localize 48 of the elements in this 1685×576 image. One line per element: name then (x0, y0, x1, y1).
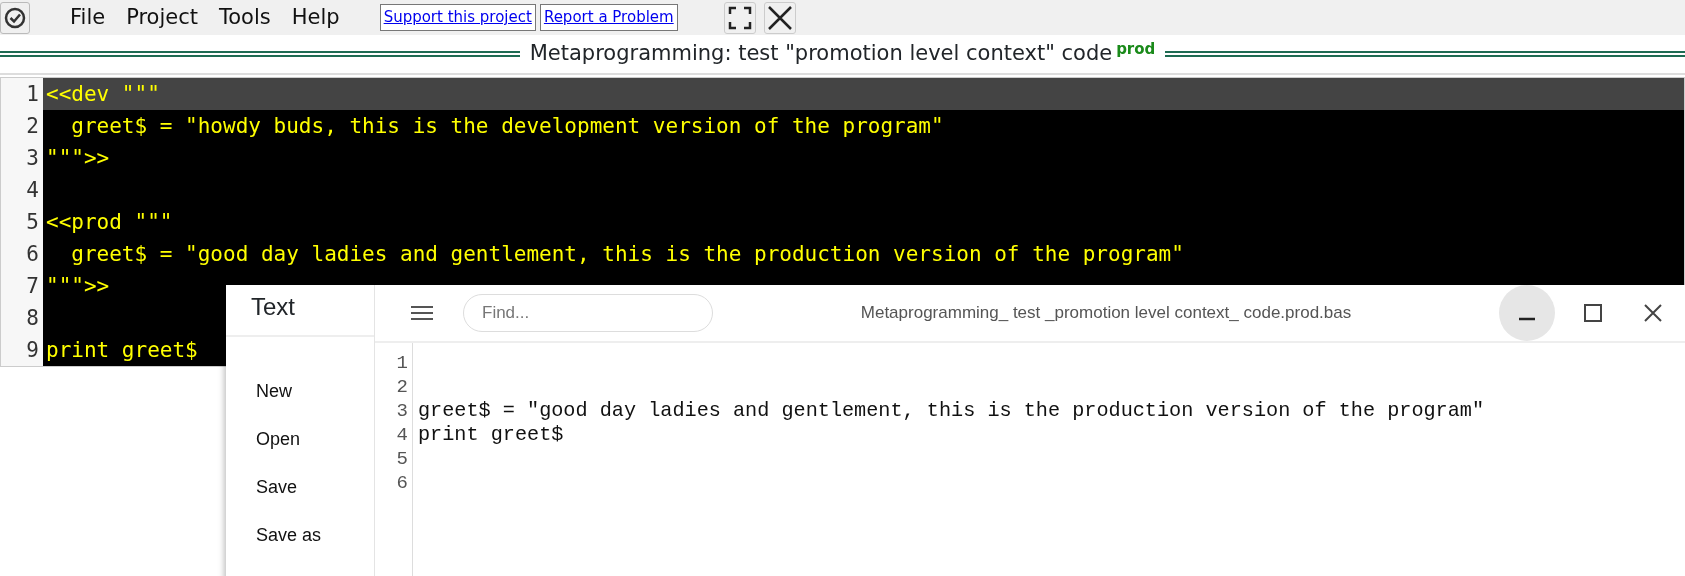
code-line: greet$ = "good day ladies and gentlement, this is the production version of the program" (418, 399, 1485, 422)
link[interactable]: Report a Problem (539, 4, 678, 31)
line-number: 6 (25, 241, 40, 268)
line-number: 5 (395, 447, 409, 471)
minimize-icon (1519, 317, 1535, 321)
code-line: print greet$ (46, 337, 198, 364)
line-number: 5 (25, 209, 40, 236)
line-number: 4 (25, 177, 40, 204)
code-line: """>> (46, 273, 110, 300)
code-line: greet$ = "good day ladies and gentlement, this is the production version of the program" (70, 241, 1184, 268)
close-icon (1644, 304, 1662, 322)
menu-item[interactable]: Tools (219, 1, 271, 34)
file-name: Metaprogramming_ test _promotion level context_ code.prod.bas (859, 302, 1353, 325)
close-icon (766, 4, 793, 31)
menu-item[interactable]: Save as (226, 511, 374, 559)
fullscreen-button[interactable] (723, 1, 756, 34)
line-number: 3 (25, 145, 40, 172)
document-title: Metaprogramming: test "promotion level context" code (529, 40, 1113, 68)
code-line: <<prod """ (46, 209, 173, 236)
promotion-level-tag: prod (1116, 38, 1156, 61)
menu-item[interactable]: File (70, 1, 106, 34)
line-number: 3 (395, 399, 409, 423)
maximize-icon (1584, 304, 1602, 322)
code-line: greet$ = "howdy buds, this is the development version of the program" (70, 113, 944, 140)
line-number: 1 (25, 81, 40, 108)
line-number: 1 (395, 351, 409, 375)
app-title: Text (226, 285, 374, 337)
line-number: 4 (395, 423, 409, 447)
link[interactable]: Support this project (379, 4, 536, 31)
line-number: 2 (25, 113, 40, 140)
menu-item[interactable]: Help (291, 1, 340, 34)
line-number: 9 (25, 337, 40, 364)
menu-item[interactable]: Project (126, 1, 198, 34)
menu-icon[interactable] (411, 305, 433, 321)
menu-item[interactable]: New (226, 367, 374, 415)
search-field[interactable]: Find... (463, 294, 713, 332)
line-number: 7 (25, 273, 40, 300)
check-circle-icon (3, 5, 27, 30)
line-number: 2 (395, 375, 409, 399)
close-button[interactable] (763, 1, 796, 34)
menu-item[interactable]: Open (226, 415, 374, 463)
app-menu-button[interactable] (0, 1, 30, 34)
line-number: 6 (395, 471, 409, 495)
code-line: print greet$ (418, 423, 564, 446)
code-line: """>> (46, 145, 110, 172)
fullscreen-icon (727, 5, 752, 30)
line-number: 8 (25, 305, 40, 332)
menu-item[interactable]: Save (226, 463, 374, 511)
